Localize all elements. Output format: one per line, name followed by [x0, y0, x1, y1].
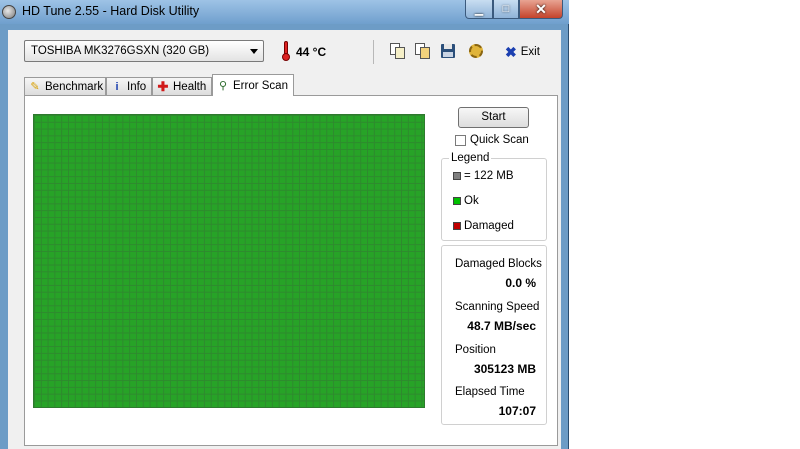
scan-block-map	[33, 114, 425, 408]
legend-damaged: Damaged	[453, 220, 514, 232]
toolbar-divider	[373, 40, 374, 64]
chevron-down-icon	[250, 49, 258, 54]
position-value: 305123 MB	[473, 362, 536, 376]
gear-icon	[469, 44, 483, 58]
tab-error-scan[interactable]: ⚲ Error Scan	[212, 74, 294, 96]
tab-info[interactable]: i Info	[106, 77, 152, 95]
close-icon: ✕	[535, 0, 547, 17]
damaged-blocks-label: Damaged Blocks	[455, 258, 542, 270]
quick-scan-option[interactable]: Quick Scan	[455, 134, 529, 146]
damaged-blocks-value: 0.0 %	[505, 276, 536, 290]
benchmark-icon: ✎	[30, 81, 40, 93]
drive-select[interactable]: TOSHIBA MK3276GSXN (320 GB)	[24, 40, 264, 62]
ok-swatch	[453, 197, 461, 205]
temperature-readout: 44 °C	[296, 45, 327, 59]
quick-scan-checkbox[interactable]	[455, 134, 466, 146]
copy-text-button[interactable]	[390, 43, 406, 59]
save-button[interactable]	[440, 43, 456, 59]
start-button[interactable]: Start	[458, 107, 529, 128]
thermometer-icon	[282, 41, 290, 61]
tab-health[interactable]: ✚ Health	[152, 77, 212, 95]
legend-block-size-label: = 122 MB	[464, 170, 514, 182]
damaged-swatch	[453, 222, 461, 230]
legend-ok: Ok	[453, 195, 479, 207]
app-disk-icon	[2, 5, 16, 19]
tab-benchmark[interactable]: ✎ Benchmark	[24, 77, 106, 95]
elapsed-time-value: 107:07	[498, 404, 536, 418]
title-bar[interactable]: HD Tune 2.55 - Hard Disk Utility ▁ □ ✕	[0, 0, 569, 24]
position-label: Position	[455, 344, 496, 356]
magnifier-icon: ⚲	[218, 80, 228, 92]
window-controls: ▁ □ ✕	[465, 0, 563, 19]
close-button[interactable]: ✕	[519, 0, 563, 19]
maximize-button[interactable]: □	[493, 0, 519, 19]
elapsed-time-label: Elapsed Time	[455, 386, 525, 398]
tab-label: Error Scan	[233, 79, 288, 92]
stats-box	[441, 245, 547, 425]
maximize-icon: □	[502, 3, 510, 15]
block-swatch	[453, 172, 461, 180]
exit-x-icon: ✖	[505, 43, 517, 60]
drive-select-value: TOSHIBA MK3276GSXN (320 GB)	[31, 45, 210, 57]
window-title: HD Tune 2.55 - Hard Disk Utility	[22, 4, 200, 18]
legend-title: Legend	[449, 152, 492, 164]
info-icon: i	[115, 80, 119, 93]
tab-label: Health	[173, 80, 207, 93]
tab-label: Info	[127, 80, 147, 93]
exit-label: Exit	[520, 46, 540, 58]
legend-block-size: = 122 MB	[453, 170, 514, 182]
quick-scan-label: Quick Scan	[470, 134, 529, 146]
scanning-speed-value: 48.7 MB/sec	[467, 319, 536, 333]
legend-damaged-label: Damaged	[464, 220, 514, 232]
floppy-disk-icon	[441, 44, 455, 58]
options-button[interactable]	[468, 43, 484, 59]
legend-ok-label: Ok	[464, 195, 479, 207]
exit-button[interactable]: ✖ Exit	[505, 44, 540, 60]
tab-label: Benchmark	[45, 80, 104, 93]
health-icon: ✚	[157, 78, 169, 94]
minimize-button[interactable]: ▁	[465, 0, 493, 19]
copy-screenshot-button[interactable]	[415, 43, 431, 59]
minimize-icon: ▁	[474, 3, 484, 16]
scanning-speed-label: Scanning Speed	[455, 301, 540, 313]
